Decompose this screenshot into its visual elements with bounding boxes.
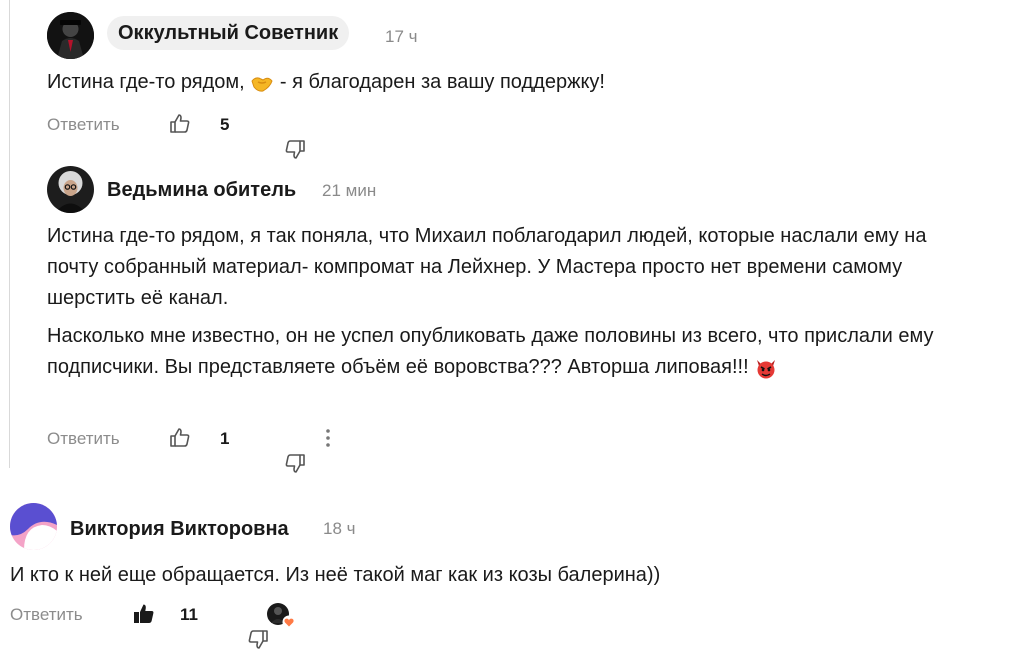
- comment-text-part: - я благодарен за вашу поддержку!: [279, 71, 605, 93]
- reply-button[interactable]: Ответить: [10, 604, 83, 626]
- author-name[interactable]: Виктория Викторовна: [70, 517, 289, 541]
- comment-text: Истина где-то рядом, - я благодарен за в…: [47, 67, 987, 98]
- thread-line: [9, 0, 10, 468]
- comment-text-part: Насколько мне известно, он не успел опуб…: [47, 325, 934, 378]
- like-count: 11: [180, 605, 198, 624]
- author-name[interactable]: Оккультный Советник: [107, 16, 350, 50]
- like-count: 1: [220, 429, 230, 448]
- comment-paragraph: Истина где-то рядом, я так поняла, что М…: [47, 225, 927, 309]
- avatar[interactable]: [10, 503, 57, 550]
- thumbs-down-icon[interactable]: [222, 603, 268, 649]
- reply-button[interactable]: Ответить: [47, 114, 120, 136]
- avatar[interactable]: [47, 166, 94, 213]
- thumbs-up-icon[interactable]: [168, 112, 192, 136]
- comment-time: 18 ч: [323, 519, 356, 538]
- thumbs-up-icon[interactable]: [168, 426, 192, 450]
- thumbs-down-icon[interactable]: [259, 427, 305, 473]
- author-liked-avatar: [266, 602, 296, 630]
- comment-time: 21 мин: [322, 181, 377, 200]
- thumbs-down-icon[interactable]: [259, 113, 305, 159]
- reply-button[interactable]: Ответить: [47, 428, 120, 450]
- avatar[interactable]: [47, 12, 94, 59]
- handshake-emoji-icon: [250, 71, 274, 95]
- author-name[interactable]: Ведьмина обитель: [107, 178, 296, 202]
- comment-time: 17 ч: [385, 27, 418, 46]
- comment-text: И кто к ней еще обращается. Из неё такой…: [10, 564, 661, 586]
- comment-paragraph: Насколько мне известно, он не успел опуб…: [47, 321, 967, 383]
- comment-text-part: Истина где-то рядом,: [47, 71, 245, 93]
- more-options-icon[interactable]: [324, 427, 332, 449]
- devil-emoji-icon: [754, 356, 778, 380]
- like-count: 5: [220, 115, 230, 134]
- thumbs-up-filled-icon[interactable]: [132, 602, 156, 626]
